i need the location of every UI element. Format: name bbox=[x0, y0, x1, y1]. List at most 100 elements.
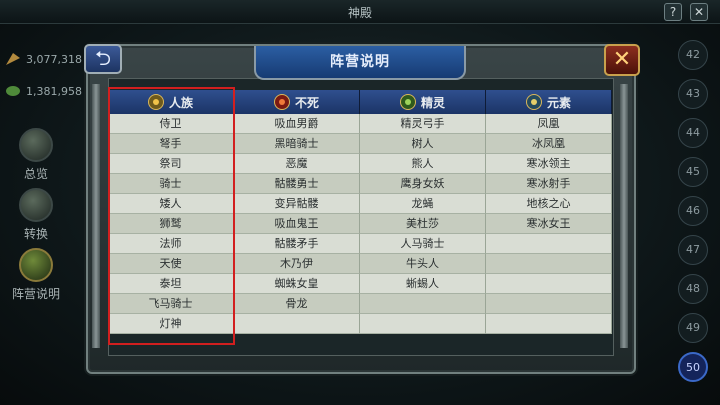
table-cell: 骷髅勇士 bbox=[234, 174, 360, 194]
table-cell: 鹰身女妖 bbox=[360, 174, 486, 194]
elf-faction-icon bbox=[399, 94, 416, 110]
table-cell: 法师 bbox=[108, 234, 234, 254]
table-cell: 飞马骑士 bbox=[108, 294, 234, 314]
table-cell: 木乃伊 bbox=[234, 254, 360, 274]
column-header-human[interactable]: 人族 bbox=[108, 90, 234, 114]
column-header-elf[interactable]: 精灵 bbox=[360, 90, 486, 114]
table-cell: 龙蝇 bbox=[360, 194, 486, 214]
dialog-title: 阵营说明 bbox=[254, 46, 466, 80]
table-cell: 寒冰女王 bbox=[486, 214, 612, 234]
table-cell: 寒冰射手 bbox=[486, 174, 612, 194]
table-cell: 冰凤凰 bbox=[486, 134, 612, 154]
column-header-label: 不死 bbox=[294, 95, 319, 110]
table-cell: 地核之心 bbox=[486, 194, 612, 214]
table-cell bbox=[360, 294, 486, 314]
column-header-element[interactable]: 元素 bbox=[486, 90, 612, 114]
column-header-label: 精灵 bbox=[420, 95, 445, 110]
table-cell bbox=[486, 294, 612, 314]
level-button[interactable]: 45 bbox=[678, 157, 708, 187]
tree-icon bbox=[19, 248, 53, 282]
sidebar-item-convert[interactable]: 转换 bbox=[4, 188, 68, 242]
table-cell: 吸血鬼王 bbox=[234, 214, 360, 234]
top-close-icon[interactable]: ✕ bbox=[690, 3, 708, 21]
table-row: 狮鹫 吸血鬼王 美杜莎 寒冰女王 bbox=[108, 214, 612, 234]
table-row: 法师 骷髅矛手 人马骑士 bbox=[108, 234, 612, 254]
table-cell: 骑士 bbox=[108, 174, 234, 194]
table-cell: 黑暗骑士 bbox=[234, 134, 360, 154]
column-header-label: 人族 bbox=[168, 95, 193, 110]
table-cell: 熊人 bbox=[360, 154, 486, 174]
table-cell: 天使 bbox=[108, 254, 234, 274]
level-button[interactable]: 47 bbox=[678, 235, 708, 265]
sidebar-item-label: 转换 bbox=[23, 227, 48, 241]
element-faction-icon bbox=[525, 94, 542, 110]
table-cell bbox=[486, 314, 612, 334]
top-bar: 神殿 ? ✕ bbox=[0, 0, 720, 24]
table-cell: 蜥蜴人 bbox=[360, 274, 486, 294]
back-arrow-icon: ⮌ bbox=[94, 46, 112, 70]
table-cell: 恶魔 bbox=[234, 154, 360, 174]
table-row: 弩手 黑暗骑士 树人 冰凤凰 bbox=[108, 134, 612, 154]
table-row: 灯神 bbox=[108, 314, 612, 334]
table-cell bbox=[234, 314, 360, 334]
resource-value: 1,381,958 bbox=[26, 84, 82, 98]
book-icon bbox=[19, 128, 53, 162]
resource-feather: 3,077,318 bbox=[4, 52, 82, 66]
resource-leaf: 1,381,958 bbox=[4, 84, 82, 98]
level-button[interactable]: 46 bbox=[678, 196, 708, 226]
table-row: 祭司 恶魔 熊人 寒冰领主 bbox=[108, 154, 612, 174]
table-cell: 美杜莎 bbox=[360, 214, 486, 234]
level-button[interactable]: 42 bbox=[678, 40, 708, 70]
close-button[interactable]: ✕ bbox=[604, 44, 640, 76]
table-cell: 牛头人 bbox=[360, 254, 486, 274]
undead-faction-icon bbox=[273, 94, 290, 110]
table-cell: 精灵弓手 bbox=[360, 114, 486, 134]
table-cell: 吸血男爵 bbox=[234, 114, 360, 134]
level-button[interactable]: 44 bbox=[678, 118, 708, 148]
table-cell bbox=[486, 234, 612, 254]
table-cell: 狮鹫 bbox=[108, 214, 234, 234]
table-row: 骑士 骷髅勇士 鹰身女妖 寒冰射手 bbox=[108, 174, 612, 194]
table-body: 侍卫 吸血男爵 精灵弓手 凤凰 弩手 黑暗骑士 树人 冰凤凰 祭司 恶魔 熊人 寒冰领主 骑士 骷髅勇士鹰… bbox=[108, 114, 612, 334]
level-button-current[interactable]: 50 bbox=[678, 352, 708, 382]
table-cell: 凤凰 bbox=[486, 114, 612, 134]
table-row: 天使 木乃伊 牛头人 bbox=[108, 254, 612, 274]
table-cell bbox=[486, 254, 612, 274]
back-button[interactable]: ⮌ bbox=[84, 44, 122, 74]
leaf-icon bbox=[6, 86, 20, 96]
table-row: 泰坦 蜘蛛女皇 蜥蜴人 bbox=[108, 274, 612, 294]
table-cell: 祭司 bbox=[108, 154, 234, 174]
resource-value: 3,077,318 bbox=[26, 52, 82, 66]
sidebar-item-label: 总览 bbox=[23, 167, 48, 181]
table-cell: 泰坦 bbox=[108, 274, 234, 294]
level-button[interactable]: 49 bbox=[678, 313, 708, 343]
table-cell bbox=[486, 274, 612, 294]
sidebar-item-label: 阵营说明 bbox=[11, 287, 60, 301]
table-cell: 树人 bbox=[360, 134, 486, 154]
table-cell: 矮人 bbox=[108, 194, 234, 214]
faction-table: 人族 不死 精灵 元素 侍卫 吸血男爵 精灵弓手 凤凰 弩手 黑暗骑士 树人 冰凤凰 祭司 恶魔熊… bbox=[108, 90, 612, 334]
frame-pillar-left bbox=[92, 84, 100, 348]
frame-pillar-right bbox=[620, 84, 628, 348]
help-icon[interactable]: ? bbox=[664, 3, 682, 21]
table-cell: 人马骑士 bbox=[360, 234, 486, 254]
sidebar-item-overview[interactable]: 总览 bbox=[4, 128, 68, 182]
table-header: 人族 不死 精灵 元素 bbox=[108, 90, 612, 114]
table-cell: 骨龙 bbox=[234, 294, 360, 314]
sidebar-item-faction-info[interactable]: 阵营说明 bbox=[4, 248, 68, 302]
close-x-icon: ✕ bbox=[612, 47, 632, 72]
level-list: 42 43 44 45 46 47 48 49 50 bbox=[678, 40, 712, 391]
table-cell: 侍卫 bbox=[108, 114, 234, 134]
level-button[interactable]: 48 bbox=[678, 274, 708, 304]
column-header-undead[interactable]: 不死 bbox=[234, 90, 360, 114]
level-button[interactable]: 43 bbox=[678, 79, 708, 109]
column-header-label: 元素 bbox=[546, 95, 571, 110]
feather-icon bbox=[6, 53, 20, 65]
human-faction-icon bbox=[147, 94, 164, 110]
table-cell: 灯神 bbox=[108, 314, 234, 334]
table-cell: 变异骷髅 bbox=[234, 194, 360, 214]
convert-icon bbox=[19, 188, 53, 222]
table-cell: 骷髅矛手 bbox=[234, 234, 360, 254]
table-row: 侍卫 吸血男爵 精灵弓手 凤凰 bbox=[108, 114, 612, 134]
table-cell: 蜘蛛女皇 bbox=[234, 274, 360, 294]
